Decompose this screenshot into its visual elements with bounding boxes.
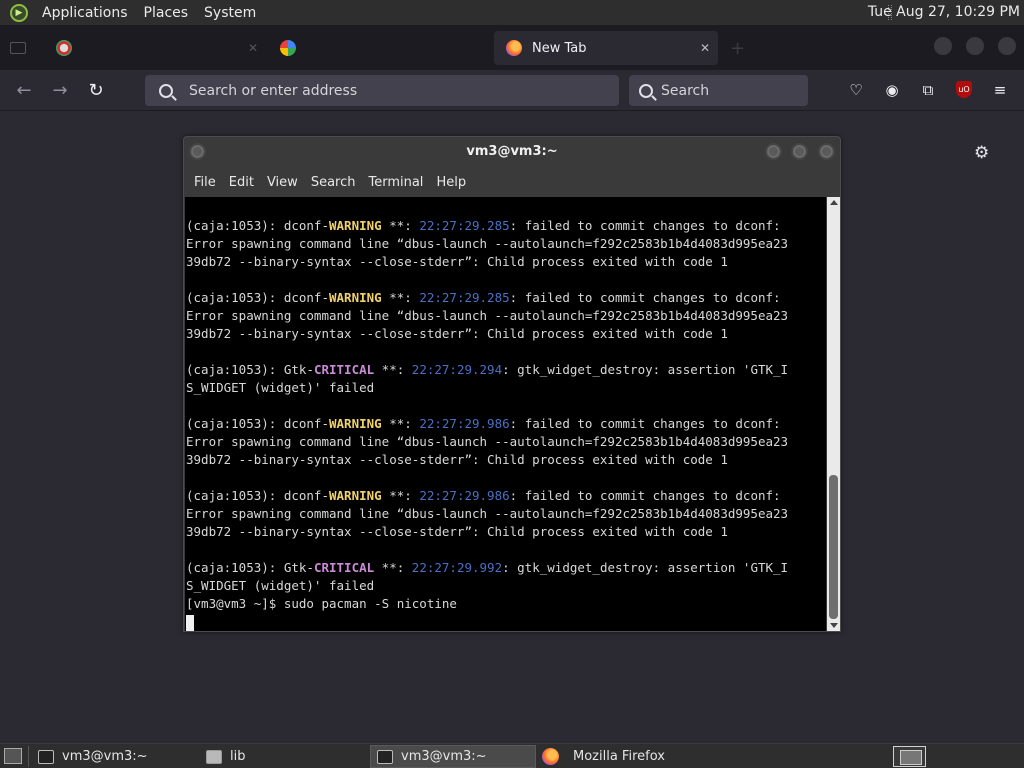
terminal-line: 39db72 --binary-syntax --close-stderr”: …: [186, 524, 728, 539]
terminal-line: Error spawning command line “dbus-launch…: [186, 434, 789, 449]
menu-edit[interactable]: Edit: [229, 175, 254, 190]
terminal-line: Error spawning command line “dbus-launch…: [186, 308, 789, 323]
taskbar-item-lib[interactable]: lib: [200, 745, 368, 768]
terminal-line: (caja:1053): dconf-WARNING **: 22:27:29.…: [186, 488, 781, 503]
maximize-button[interactable]: [791, 143, 808, 160]
ublock-origin-icon[interactable]: uO: [956, 81, 972, 98]
clock[interactable]: Tue Aug 27, 10:29 PM: [868, 4, 1020, 20]
google-favicon-icon: [280, 40, 296, 56]
favicon-icon: [56, 40, 72, 56]
terminal-icon: [38, 749, 54, 764]
close-icon[interactable]: ✕: [248, 41, 258, 55]
taskbar-item-terminal-2[interactable]: vm3@vm3:~: [370, 745, 536, 768]
terminal-cursor-line: [186, 613, 826, 631]
maximize-button[interactable]: [966, 37, 984, 55]
close-window-button[interactable]: [998, 37, 1016, 55]
terminal-line: [vm3@vm3 ~]$ sudo pacman -S nicotine: [186, 596, 457, 611]
terminal-line: 39db72 --binary-syntax --close-stderr”: …: [186, 452, 728, 467]
folder-icon: [206, 749, 222, 764]
browser-tabstrip: ✕ New Tab ✕ +: [0, 25, 1024, 70]
terminal-line: (caja:1053): Gtk-CRITICAL **: 22:27:29.2…: [186, 362, 789, 377]
terminal-title: vm3@vm3:~: [466, 144, 558, 159]
account-icon[interactable]: ◉: [882, 80, 902, 100]
forward-arrow-icon[interactable]: →: [49, 80, 71, 102]
taskbar-label: vm3@vm3:~: [401, 749, 487, 764]
terminal-icon: [377, 749, 393, 764]
taskbar-label: vm3@vm3:~: [62, 749, 148, 764]
terminal-line: 39db72 --binary-syntax --close-stderr”: …: [186, 326, 728, 341]
menu-search[interactable]: Search: [311, 175, 356, 190]
firefox-favicon-icon: [506, 40, 522, 56]
terminal-menubar: File Edit View Search Terminal Help: [184, 169, 840, 195]
terminal-line: (caja:1053): dconf-WARNING **: 22:27:29.…: [186, 290, 781, 305]
search-icon: [159, 83, 173, 98]
terminal-line: Error spawning command line “dbus-launch…: [186, 236, 789, 251]
menu-help[interactable]: Help: [436, 175, 466, 190]
terminal-line: S_WIDGET (widget)' failed: [186, 578, 375, 593]
gear-icon[interactable]: ⚙: [974, 143, 989, 163]
terminal-line: (caja:1053): Gtk-CRITICAL **: 22:27:29.9…: [186, 560, 789, 575]
back-arrow-icon[interactable]: ←: [13, 80, 35, 102]
terminal-scrollbar[interactable]: [827, 197, 840, 631]
url-bar[interactable]: Search or enter address: [145, 75, 619, 106]
close-button[interactable]: [818, 143, 835, 160]
show-desktop-button[interactable]: [4, 748, 22, 764]
search-placeholder: Search: [661, 82, 710, 99]
taskbar-label: Mozilla Firefox: [573, 749, 665, 764]
tab-new-tab[interactable]: New Tab ✕: [494, 31, 718, 65]
firefox-icon: [542, 748, 559, 765]
workspace-switcher[interactable]: [893, 746, 926, 767]
menu-view[interactable]: View: [267, 175, 298, 190]
pocket-icon[interactable]: ♡: [846, 80, 866, 100]
reload-icon[interactable]: ↻: [85, 80, 107, 102]
minimize-button[interactable]: [934, 37, 952, 55]
scroll-down-arrow-icon[interactable]: [830, 623, 838, 628]
tab-2[interactable]: [270, 31, 490, 65]
top-panel: ▶ Applications Places System Tue Aug 27,…: [0, 0, 1024, 25]
terminal-line: S_WIDGET (widget)' failed: [186, 380, 375, 395]
hamburger-menu-icon[interactable]: ≡: [990, 80, 1010, 100]
taskbar-item-terminal-1[interactable]: vm3@vm3:~: [32, 745, 200, 768]
taskbar-label: lib: [230, 749, 246, 764]
menu-terminal[interactable]: Terminal: [368, 175, 423, 190]
menu-applications[interactable]: Applications: [34, 5, 136, 21]
plus-icon: +: [730, 37, 746, 59]
bottom-taskbar: vm3@vm3:~ lib vm3@vm3:~ Mozilla Firefox: [0, 743, 1024, 768]
extensions-icon[interactable]: ⧉: [918, 80, 938, 100]
taskbar-item-firefox[interactable]: Mozilla Firefox: [538, 745, 706, 768]
search-bar[interactable]: Search: [629, 75, 808, 106]
menu-places[interactable]: Places: [136, 5, 197, 21]
url-placeholder: Search or enter address: [189, 82, 358, 99]
terminal-output[interactable]: (caja:1053): dconf-WARNING **: 22:27:29.…: [185, 197, 826, 631]
distro-logo-icon[interactable]: ▶: [10, 3, 28, 22]
tab-label: New Tab: [532, 40, 587, 56]
terminal-window: vm3@vm3:~ File Edit View Search Terminal…: [183, 136, 841, 632]
tab-1[interactable]: ✕: [46, 31, 266, 65]
scroll-up-arrow-icon[interactable]: [830, 200, 838, 205]
tab-overview-button[interactable]: [10, 31, 32, 65]
search-icon: [639, 83, 653, 98]
terminal-line: (caja:1053): dconf-WARNING **: 22:27:29.…: [186, 416, 781, 431]
terminal-line: 39db72 --binary-syntax --close-stderr”: …: [186, 254, 728, 269]
scrollbar-thumb[interactable]: [829, 475, 838, 619]
close-tab-icon[interactable]: ✕: [700, 41, 710, 55]
tab-list-icon: [10, 42, 26, 54]
new-tab-button[interactable]: +: [730, 31, 750, 65]
minimize-button[interactable]: [765, 143, 782, 160]
browser-navbar: ← → ↻ Search or enter address Search ♡ ◉…: [0, 70, 1024, 111]
menu-file[interactable]: File: [194, 175, 216, 190]
menu-system[interactable]: System: [196, 5, 264, 21]
terminal-cursor: [186, 614, 194, 631]
terminal-line: Error spawning command line “dbus-launch…: [186, 506, 789, 521]
terminal-line: (caja:1053): dconf-WARNING **: 22:27:29.…: [186, 218, 781, 233]
separator: [28, 746, 29, 767]
